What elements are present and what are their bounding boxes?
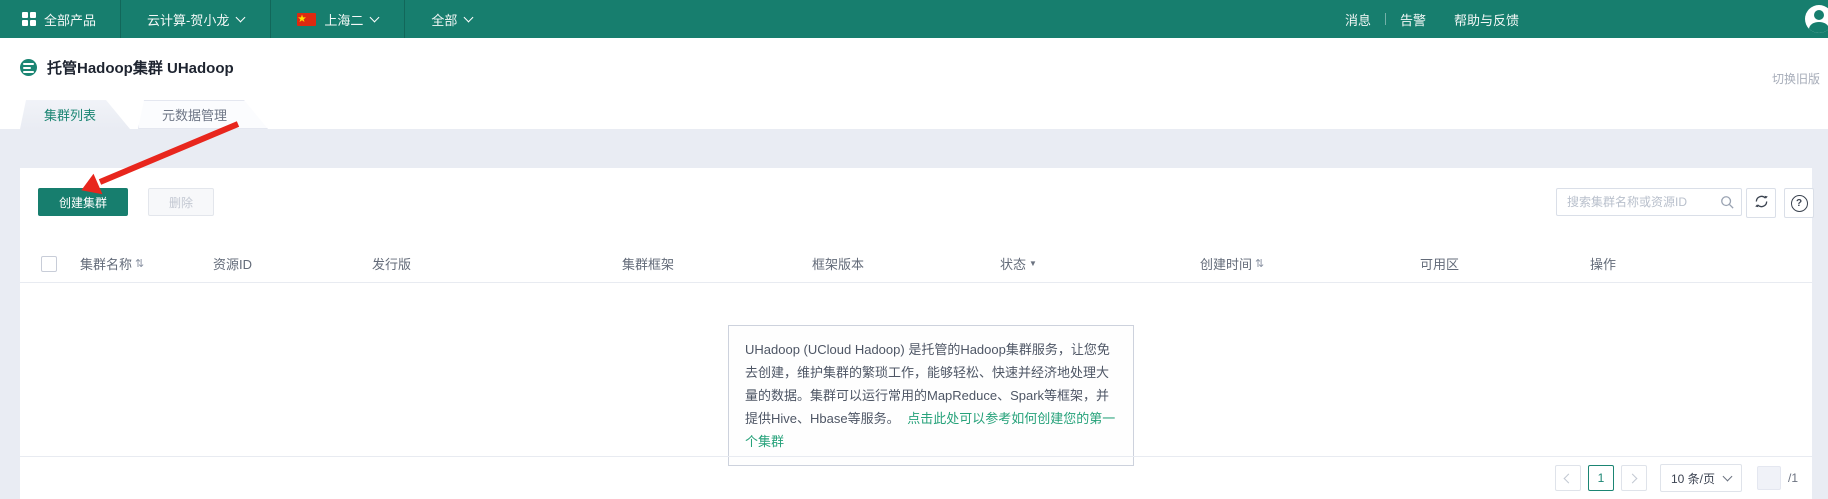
search-box bbox=[1556, 188, 1742, 216]
create-cluster-button[interactable]: 创建集群 bbox=[38, 188, 128, 216]
col-status[interactable]: 状态 ▼ bbox=[1000, 254, 1200, 273]
page-title: 托管Hadoop集群 UHadoop bbox=[47, 57, 234, 78]
col-framework-version: 框架版本 bbox=[812, 254, 1000, 273]
col-cluster-framework: 集群框架 bbox=[622, 254, 812, 273]
pagination: 1 10 条/页 /1 bbox=[1555, 464, 1798, 492]
user-avatar[interactable] bbox=[1805, 5, 1828, 33]
grid-icon bbox=[22, 12, 36, 26]
account-menu[interactable]: 云计算-贺小龙 bbox=[121, 0, 270, 38]
region-label: 上海二 bbox=[324, 10, 363, 29]
topbar: 全部产品 云计算-贺小龙 上海二 全部 消息 告警 帮助与反馈 bbox=[0, 0, 1828, 38]
sort-icon[interactable]: ⇅ bbox=[1255, 257, 1264, 270]
all-products-menu[interactable]: 全部产品 bbox=[0, 0, 120, 38]
zone-label: 全部 bbox=[431, 10, 457, 29]
col-resource-id: 资源ID bbox=[213, 254, 372, 273]
total-pages-label: /1 bbox=[1788, 471, 1798, 485]
alerts-link[interactable]: 告警 bbox=[1386, 10, 1440, 29]
col-cluster-name[interactable]: 集群名称 ⇅ bbox=[80, 254, 213, 273]
page-size-select[interactable]: 10 条/页 bbox=[1660, 464, 1742, 492]
prev-page-button[interactable] bbox=[1555, 465, 1581, 491]
region-menu[interactable]: 上海二 bbox=[271, 0, 404, 38]
help-feedback-link[interactable]: 帮助与反馈 bbox=[1440, 10, 1533, 29]
title-row: 托管Hadoop集群 UHadoop bbox=[20, 57, 234, 78]
chevron-right-icon bbox=[1628, 473, 1638, 483]
tab-bar: 集群列表 元数据管理 bbox=[20, 100, 276, 129]
col-actions: 操作 bbox=[1590, 254, 1616, 273]
question-icon: ? bbox=[1791, 195, 1808, 212]
current-page-button[interactable]: 1 bbox=[1588, 465, 1614, 491]
col-distribution: 发行版 bbox=[372, 254, 622, 273]
avatar-person-icon bbox=[1814, 10, 1824, 20]
chevron-down-icon bbox=[464, 13, 474, 23]
uhadoop-console-screen: 全部产品 云计算-贺小龙 上海二 全部 消息 告警 帮助与反馈 bbox=[0, 0, 1828, 499]
uhadoop-service-icon bbox=[20, 59, 37, 76]
search-icon[interactable] bbox=[1720, 195, 1734, 212]
select-all-checkbox[interactable] bbox=[41, 256, 57, 272]
chevron-down-icon bbox=[370, 13, 380, 23]
search-input[interactable] bbox=[1556, 188, 1742, 216]
content-card: 创建集群 删除 ? bbox=[20, 168, 1812, 499]
refresh-icon bbox=[1754, 194, 1769, 212]
next-page-button[interactable] bbox=[1621, 465, 1647, 491]
chevron-left-icon bbox=[1564, 473, 1574, 483]
help-button[interactable]: ? bbox=[1784, 188, 1814, 218]
tab-cluster-list[interactable]: 集群列表 bbox=[20, 100, 130, 129]
pagination-divider bbox=[20, 456, 1812, 457]
refresh-button[interactable] bbox=[1746, 188, 1776, 218]
empty-state-box: UHadoop (UCloud Hadoop) 是托管的Hadoop集群服务，让… bbox=[728, 325, 1134, 466]
account-label: 云计算-贺小龙 bbox=[147, 10, 229, 29]
col-availability-zone: 可用区 bbox=[1420, 254, 1590, 273]
topbar-right: 消息 告警 帮助与反馈 bbox=[1331, 0, 1533, 38]
switch-old-version-link[interactable]: 切换旧版 bbox=[1772, 70, 1820, 87]
messages-link[interactable]: 消息 bbox=[1331, 10, 1385, 29]
sort-icon[interactable]: ⇅ bbox=[135, 257, 144, 270]
all-products-label: 全部产品 bbox=[44, 10, 96, 29]
page-jump-input[interactable] bbox=[1757, 466, 1781, 490]
select-all-cell bbox=[41, 256, 80, 272]
table-header: 集群名称 ⇅ 资源ID 发行版 集群框架 框架版本 状态 ▼ 创建时间 ⇅ bbox=[20, 245, 1812, 283]
china-flag-icon bbox=[297, 13, 316, 26]
page-header: 托管Hadoop集群 UHadoop 切换旧版 集群列表 元数据管理 bbox=[0, 38, 1828, 129]
filter-icon[interactable]: ▼ bbox=[1029, 259, 1037, 268]
chevron-down-icon bbox=[236, 13, 246, 23]
tab-metadata-management[interactable]: 元数据管理 bbox=[138, 100, 268, 129]
toolbar: 创建集群 删除 ? bbox=[20, 188, 1812, 216]
chevron-down-icon bbox=[1723, 472, 1733, 482]
zone-menu[interactable]: 全部 bbox=[405, 0, 498, 38]
col-create-time[interactable]: 创建时间 ⇅ bbox=[1200, 254, 1420, 273]
delete-button[interactable]: 删除 bbox=[148, 188, 214, 216]
